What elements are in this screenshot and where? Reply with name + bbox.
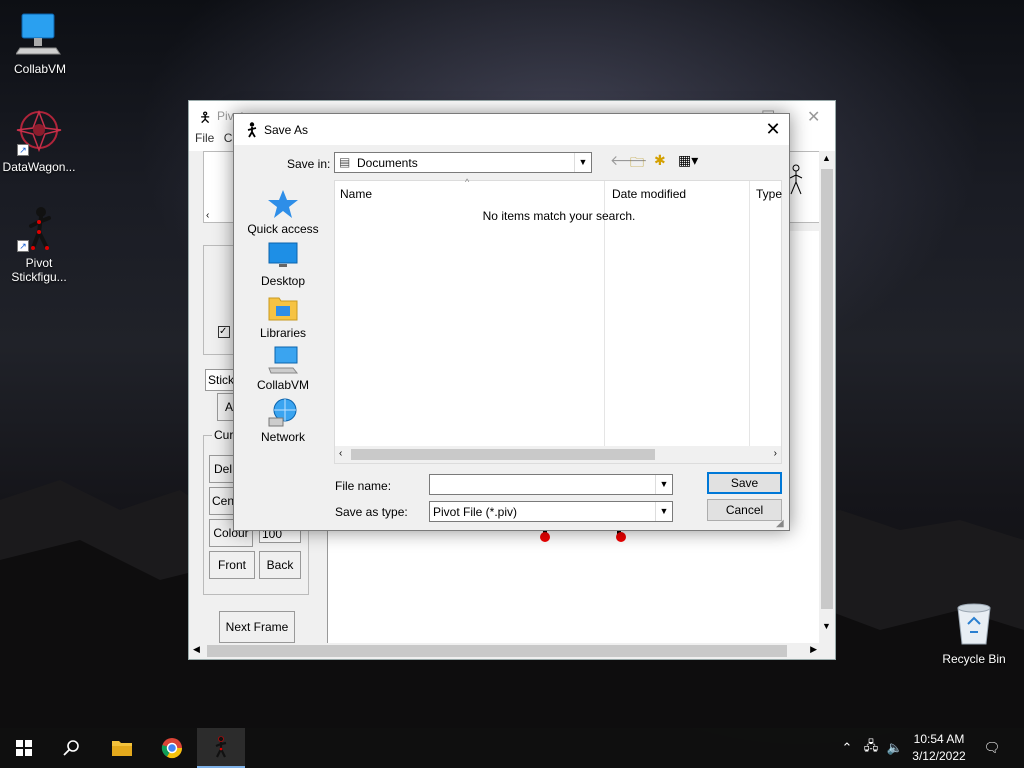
pivot-app-icon bbox=[247, 122, 257, 138]
save-as-type-select[interactable]: Pivot File (*.piv) ▼ bbox=[429, 501, 673, 522]
search-icon[interactable] bbox=[48, 728, 96, 768]
file-explorer-icon[interactable] bbox=[98, 728, 146, 768]
desktop-icon-recycle-bin[interactable]: Recycle Bin bbox=[936, 600, 1012, 666]
chevron-down-icon[interactable]: ▼ bbox=[655, 502, 672, 521]
save-in-dropdown[interactable]: ▤ Documents ▼ bbox=[334, 152, 592, 173]
scroll-left-icon[interactable]: ◀ bbox=[193, 644, 200, 655]
file-list-horizontal-scrollbar[interactable]: ‹ › bbox=[335, 446, 781, 463]
sort-indicator-icon: ^ bbox=[465, 177, 470, 187]
desktop-icon-label: Pivot Stickfigu... bbox=[11, 256, 67, 284]
documents-folder-icon: ▤ bbox=[339, 155, 351, 169]
notifications-icon[interactable]: 🗨 bbox=[980, 728, 1004, 768]
clock[interactable]: 10:54 AM 3/12/2022 bbox=[900, 731, 978, 765]
menu-file[interactable]: File bbox=[195, 131, 214, 145]
desktop-icon-pivot[interactable]: ↗ Pivot Stickfigu... bbox=[1, 204, 77, 284]
cancel-button[interactable]: Cancel bbox=[707, 499, 782, 521]
file-name-label: File name: bbox=[335, 479, 392, 493]
scroll-thumb[interactable] bbox=[821, 169, 833, 609]
canvas-horizontal-scrollbar[interactable]: ◀ ▶ bbox=[189, 643, 821, 659]
up-folder-icon[interactable]: 🗀 bbox=[630, 152, 644, 176]
file-name-input[interactable]: ▼ bbox=[429, 474, 673, 495]
view-menu-icon[interactable]: ▦▾ bbox=[678, 152, 698, 169]
dialog-title: Save As bbox=[264, 123, 309, 137]
desktop-icon-datawagon[interactable]: ↗ DataWagon... bbox=[1, 108, 77, 174]
place-libraries[interactable]: Libraries bbox=[238, 292, 328, 340]
desktop-icon-collabvm[interactable]: CollabVM bbox=[2, 10, 78, 76]
scroll-right-icon[interactable]: › bbox=[774, 448, 777, 459]
scroll-right-icon[interactable]: ▶ bbox=[810, 644, 817, 655]
dialog-titlebar[interactable]: Save As ✕ bbox=[234, 114, 789, 145]
desktop-icon-label: Recycle Bin bbox=[942, 652, 1006, 666]
column-header-date-modified[interactable]: Date modified bbox=[612, 187, 686, 201]
place-label: CollabVM bbox=[256, 378, 310, 392]
chrome-icon[interactable] bbox=[148, 728, 196, 768]
save-button[interactable]: Save bbox=[707, 472, 782, 494]
scroll-thumb[interactable] bbox=[207, 645, 787, 657]
save-in-value: Documents bbox=[357, 156, 418, 170]
star-icon bbox=[267, 188, 299, 220]
close-icon[interactable]: ✕ bbox=[757, 114, 789, 145]
close-icon[interactable]: ✕ bbox=[807, 107, 820, 127]
canvas-vertical-scrollbar[interactable]: ▲ ▼ bbox=[819, 151, 835, 645]
place-label: Network bbox=[260, 430, 305, 444]
pivot-app-icon: 🯅 bbox=[199, 109, 212, 125]
network-status-icon[interactable]: 🖧 bbox=[860, 728, 882, 768]
clock-time: 10:54 AM bbox=[913, 732, 965, 746]
resize-grip-icon[interactable]: ◢ bbox=[776, 518, 784, 529]
places-bar: Quick access Desktop Libraries CollabVM … bbox=[238, 180, 328, 445]
scroll-up-icon[interactable]: ▲ bbox=[822, 153, 831, 163]
column-header-name[interactable]: Name bbox=[340, 187, 372, 201]
scroll-left-icon[interactable]: ‹ bbox=[206, 210, 209, 221]
place-collabvm[interactable]: CollabVM bbox=[238, 344, 328, 392]
save-as-type-value: Pivot File (*.piv) bbox=[433, 505, 518, 519]
front-button[interactable]: Front bbox=[209, 551, 255, 579]
chevron-down-icon[interactable]: ▼ bbox=[574, 153, 591, 172]
stickfigure-icon: ↗ bbox=[15, 204, 63, 252]
place-label: Desktop bbox=[260, 274, 306, 288]
start-icon[interactable] bbox=[0, 728, 48, 768]
libraries-folder-icon bbox=[267, 292, 299, 324]
recycle-bin-icon bbox=[950, 600, 998, 648]
taskbar: ⌃ 🖧 🔈 10:54 AM 3/12/2022 🗨 bbox=[0, 728, 1024, 768]
computer-icon bbox=[267, 344, 299, 376]
place-label: Quick access bbox=[247, 222, 319, 236]
desktop-icon-label: CollabVM bbox=[13, 62, 67, 76]
place-quick-access[interactable]: Quick access bbox=[238, 188, 328, 236]
shortcut-arrow-icon: ↗ bbox=[17, 144, 29, 156]
next-frame-button[interactable]: Next Frame bbox=[219, 611, 295, 643]
pivot-app-icon[interactable] bbox=[197, 728, 245, 768]
place-label: Libraries bbox=[259, 326, 307, 340]
save-in-label: Save in: bbox=[287, 157, 331, 171]
file-list[interactable]: ^ Name Date modified Type No items match… bbox=[334, 177, 782, 464]
show-hidden-icons-icon[interactable]: ⌃ bbox=[836, 728, 858, 768]
place-network[interactable]: Network bbox=[238, 396, 328, 444]
desktop-icon-label: DataWagon... bbox=[2, 160, 76, 174]
chevron-down-icon[interactable]: ▼ bbox=[655, 475, 672, 494]
scroll-down-icon[interactable]: ▼ bbox=[822, 621, 831, 631]
tool-checkbox[interactable]: ✓ bbox=[218, 326, 230, 338]
scroll-thumb[interactable] bbox=[351, 449, 655, 460]
datawagon-logo-icon: ↗ bbox=[15, 108, 63, 156]
monitor-icon bbox=[15, 10, 64, 58]
network-icon bbox=[267, 396, 299, 428]
shortcut-arrow-icon: ↗ bbox=[17, 240, 29, 252]
column-header-type[interactable]: Type bbox=[756, 187, 782, 201]
back-button[interactable]: Back bbox=[259, 551, 301, 579]
save-as-type-label: Save as type: bbox=[335, 505, 408, 519]
menu-c[interactable]: C bbox=[224, 131, 233, 145]
place-desktop[interactable]: Desktop bbox=[238, 240, 328, 288]
clock-date: 3/12/2022 bbox=[912, 749, 966, 763]
new-folder-icon[interactable]: ✱ bbox=[654, 152, 666, 169]
scroll-left-icon[interactable]: ‹ bbox=[339, 448, 342, 459]
empty-message: No items match your search. bbox=[482, 209, 636, 223]
desktop-icon bbox=[267, 240, 299, 272]
